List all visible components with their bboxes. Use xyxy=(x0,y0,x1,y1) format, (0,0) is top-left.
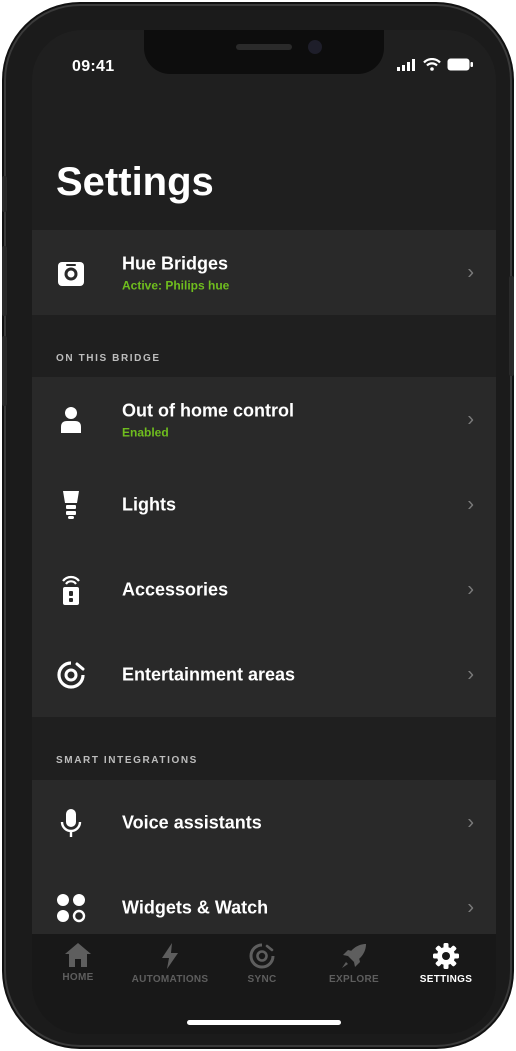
bridge-icon xyxy=(54,256,88,290)
tab-settings[interactable]: SETTINGS xyxy=(400,942,492,985)
out-of-home-control-text: Out of home control Enabled xyxy=(122,400,294,439)
screen: 09:41 Settings Hue Bridges Active: Phili… xyxy=(32,30,496,1034)
accessories-row[interactable]: Accessories › xyxy=(32,547,496,632)
entertainment-areas-title: Entertainment areas xyxy=(122,664,296,684)
tab-explore[interactable]: EXPLORE xyxy=(308,942,400,985)
chevron-right-icon: › xyxy=(467,663,474,685)
speaker xyxy=(236,44,292,50)
widgets-icon xyxy=(54,891,88,925)
lightning-icon xyxy=(162,943,178,969)
tab-sync[interactable]: SYNC xyxy=(216,942,308,985)
home-icon xyxy=(65,943,91,967)
entertainment-areas-row[interactable]: Entertainment areas › xyxy=(32,632,496,717)
tab-bar: HOME AUTOMATIONS SYNC EXPLORE SETTINGS xyxy=(32,934,496,1034)
chevron-right-icon: › xyxy=(467,261,474,283)
power-button xyxy=(509,276,514,376)
hue-bridges-text: Hue Bridges Active: Philips hue xyxy=(122,253,229,292)
out-of-home-control-subtitle: Enabled xyxy=(122,425,169,439)
gear-icon xyxy=(433,943,459,969)
tab-sync-label: SYNC xyxy=(247,974,277,985)
phone-frame: 09:41 Settings Hue Bridges Active: Phili… xyxy=(2,6,514,1045)
bridges-section: Hue Bridges Active: Philips hue › xyxy=(32,230,496,315)
tab-automations[interactable]: AUTOMATIONS xyxy=(124,942,216,985)
smart-integrations-header: SMART INTEGRATIONS xyxy=(56,755,198,766)
hue-bridges-title: Hue Bridges xyxy=(122,253,229,273)
voice-assistants-row[interactable]: Voice assistants › xyxy=(32,780,496,865)
tab-explore-label: EXPLORE xyxy=(329,974,379,985)
volume-down-button xyxy=(2,336,7,406)
out-of-home-control-row[interactable]: Out of home control Enabled › xyxy=(32,377,496,462)
lights-row[interactable]: Lights › xyxy=(32,462,496,547)
voice-assistants-title: Voice assistants xyxy=(122,812,262,832)
bulb-icon xyxy=(54,488,88,522)
tab-home[interactable]: HOME xyxy=(32,942,124,983)
person-icon xyxy=(54,403,88,437)
widgets-watch-text: Widgets & Watch xyxy=(122,897,268,918)
lights-title: Lights xyxy=(122,494,176,514)
entertainment-areas-text: Entertainment areas xyxy=(122,664,295,685)
tab-automations-label: AUTOMATIONS xyxy=(131,974,209,985)
widgets-watch-title: Widgets & Watch xyxy=(122,897,269,917)
accessories-title: Accessories xyxy=(122,579,229,599)
front-camera xyxy=(308,40,322,54)
tab-home-label: HOME xyxy=(62,972,94,983)
out-of-home-control-title: Out of home control xyxy=(122,400,294,420)
page-title: Settings xyxy=(56,160,214,204)
rocket-icon xyxy=(342,944,366,968)
chevron-right-icon: › xyxy=(467,493,474,515)
sync-icon xyxy=(249,943,275,969)
hue-bridges-subtitle: Active: Philips hue xyxy=(122,278,230,292)
status-time: 09:41 xyxy=(72,58,115,75)
entertainment-icon xyxy=(54,658,88,692)
battery-icon xyxy=(447,58,473,71)
hue-bridges-row[interactable]: Hue Bridges Active: Philips hue › xyxy=(32,230,496,315)
signal-icon xyxy=(397,58,415,71)
status-icons xyxy=(397,58,474,71)
volume-up-button xyxy=(2,246,7,316)
accessory-icon xyxy=(54,573,88,607)
smart-integrations-section: Voice assistants › Widgets & Watch › xyxy=(32,780,496,950)
chevron-right-icon: › xyxy=(467,408,474,430)
mute-switch xyxy=(2,176,7,212)
on-this-bridge-header: ON THIS BRIDGE xyxy=(56,353,161,364)
lights-text: Lights xyxy=(122,494,176,515)
chevron-right-icon: › xyxy=(467,896,474,918)
notch xyxy=(144,30,384,74)
voice-assistants-text: Voice assistants xyxy=(122,812,262,833)
home-indicator[interactable] xyxy=(187,1020,341,1025)
accessories-text: Accessories xyxy=(122,579,228,600)
wifi-icon xyxy=(423,58,441,71)
chevron-right-icon: › xyxy=(467,811,474,833)
microphone-icon xyxy=(54,806,88,840)
chevron-right-icon: › xyxy=(467,578,474,600)
on-this-bridge-section: Out of home control Enabled › Lights › A… xyxy=(32,377,496,717)
tab-settings-label: SETTINGS xyxy=(419,974,473,985)
